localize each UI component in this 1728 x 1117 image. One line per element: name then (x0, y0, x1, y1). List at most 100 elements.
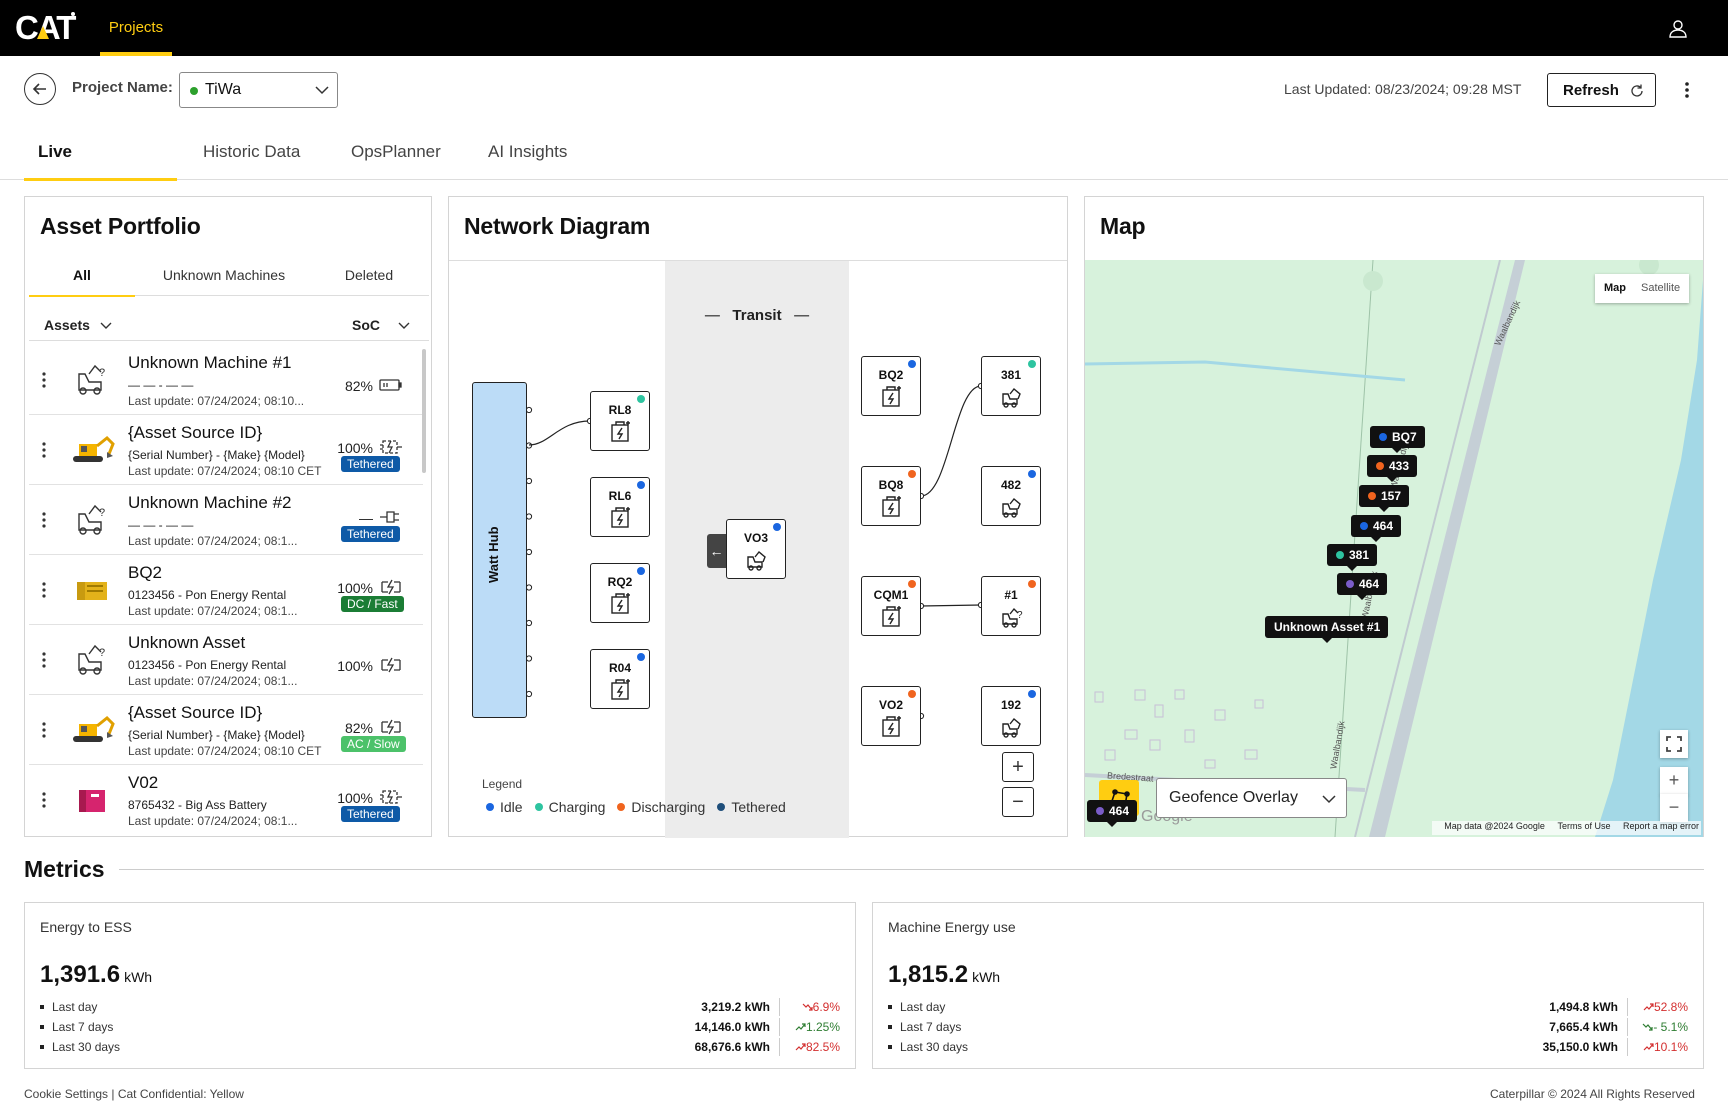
map-marker[interactable]: 157 (1359, 485, 1410, 512)
unknown-machine-icon: ? (67, 360, 117, 398)
map-type-map[interactable]: Map (1604, 282, 1626, 294)
terms-of-use-link[interactable]: Terms of Use (1557, 821, 1610, 831)
map-marker[interactable]: BQ7 (1370, 426, 1425, 453)
asset-name[interactable]: BQ2 (128, 563, 162, 583)
map-zoom-out-button[interactable]: − (1660, 794, 1688, 822)
network-node[interactable]: BQ8 (861, 466, 921, 526)
tab-opsplanner[interactable]: OpsPlanner (337, 126, 455, 180)
hub-port (525, 406, 533, 414)
refresh-button[interactable]: Refresh (1547, 73, 1656, 107)
soc-sort-header[interactable]: SoC (352, 317, 410, 333)
network-node[interactable]: 482 (981, 466, 1041, 526)
report-map-error-link[interactable]: Report a map error (1623, 821, 1699, 831)
asset-row[interactable]: ? Unknown Machine #2 — — - — — Last update:… (29, 485, 423, 555)
filter-tab-all[interactable]: All (29, 259, 135, 297)
map-attribution: Map data @2024 Google Terms of Use Repor… (1432, 821, 1701, 835)
asset-soc: 100% (337, 580, 373, 596)
machine-icon (1000, 386, 1024, 408)
asset-row[interactable]: BQ2 0123456 - Pon Energy Rental Last updat… (29, 555, 423, 625)
assets-sort-header[interactable]: Assets (44, 317, 112, 333)
asset-soc: — (359, 510, 373, 526)
asset-row[interactable]: ? Unknown Machine #1 — — - — — Last update:… (29, 345, 423, 415)
geofence-overlay-select[interactable]: Geofence Overlay (1156, 778, 1347, 818)
network-node[interactable]: R04 (590, 649, 650, 709)
metric-period-row: Last 30 days 35,150.0 kWh 10.1% (888, 1038, 1688, 1056)
asset-row[interactable]: {Asset Source ID} {Serial Number} - {Make… (29, 415, 423, 485)
cat-logo[interactable]: CAT (15, 9, 78, 47)
network-node[interactable]: RL6 (590, 477, 650, 537)
asset-name[interactable]: Unknown Asset (128, 633, 245, 653)
row-more-options-icon[interactable] (42, 512, 46, 528)
charge-status-badge: Tethered (341, 456, 400, 472)
network-node[interactable]: 381 (981, 356, 1041, 416)
network-node[interactable]: VO3 (726, 519, 786, 579)
status-dot (908, 360, 916, 368)
map-canvas[interactable]: Waalbandijk Waalbandijk Waalbandijk Waal… (1085, 260, 1703, 837)
row-more-options-icon[interactable] (42, 792, 46, 808)
footer-left-text[interactable]: Cookie Settings | Cat Confidential: Yell… (24, 1087, 244, 1101)
transit-return-arrow[interactable]: ← (707, 534, 726, 568)
excavator-thumb (67, 430, 117, 468)
back-button[interactable] (24, 73, 56, 105)
filter-tab-unknown-machines[interactable]: Unknown Machines (149, 259, 299, 296)
map-marker[interactable]: 381 (1327, 544, 1378, 571)
more-options-icon[interactable] (1683, 80, 1691, 100)
asset-row[interactable]: {Asset Source ID} {Serial Number} - {Make… (29, 695, 423, 765)
map-zoom-in-button[interactable]: + (1660, 767, 1688, 795)
network-node[interactable]: RQ2 (590, 563, 650, 623)
network-node[interactable]: BQ2 (861, 356, 921, 416)
tab-ai-insights[interactable]: AI Insights (474, 126, 581, 180)
network-node[interactable]: #1? (981, 576, 1041, 636)
map-marker[interactable]: 464 (1087, 800, 1138, 827)
diagram-zoom-out-button[interactable]: − (1002, 787, 1034, 817)
asset-name[interactable]: {Asset Source ID} (128, 703, 262, 723)
asset-name[interactable]: Unknown Machine #1 (128, 353, 291, 373)
user-account-icon[interactable] (1668, 18, 1688, 38)
tab-live-dashboard[interactable]: Live Dashboard (24, 126, 177, 213)
project-select[interactable]: TiWa (179, 72, 338, 108)
network-node[interactable]: CQM1 (861, 576, 921, 636)
row-more-options-icon[interactable] (42, 722, 46, 738)
fullscreen-button[interactable] (1660, 730, 1688, 758)
network-diagram-panel: Network Diagram — Transit — Watt Hub RL8… (448, 196, 1068, 838)
map-marker[interactable]: 464 (1337, 573, 1388, 600)
chevron-down-icon (1322, 795, 1336, 804)
link-line (528, 420, 591, 446)
nav-projects-link[interactable]: Projects (100, 0, 172, 56)
asset-row[interactable]: V02 8765432 - Big Ass Battery Last update:… (29, 765, 423, 829)
row-more-options-icon[interactable] (42, 372, 46, 388)
svg-text:?: ? (99, 507, 105, 519)
watt-hub[interactable]: Watt Hub (472, 382, 527, 718)
node-label: VO2 (878, 698, 903, 712)
asset-name[interactable]: V02 (128, 773, 158, 793)
asset-list-scrollbar[interactable] (422, 349, 426, 473)
asset-name[interactable]: {Asset Source ID} (128, 423, 262, 443)
bullet (40, 1045, 44, 1049)
period-change: 1.25% (784, 1020, 840, 1034)
row-more-options-icon[interactable] (42, 582, 46, 598)
map-marker-unknown-asset[interactable]: Unknown Asset #1 (1265, 616, 1389, 643)
map-type-satellite[interactable]: Satellite (1641, 282, 1680, 294)
divider (779, 998, 780, 1016)
status-dot (1379, 433, 1387, 441)
network-node[interactable]: VO2 (861, 686, 921, 746)
period-label: Last 30 days (52, 1040, 121, 1054)
battery-unit-icon (880, 606, 904, 628)
map-marker[interactable]: 433 (1367, 455, 1418, 482)
network-node[interactable]: 192 (981, 686, 1041, 746)
row-more-options-icon[interactable] (42, 652, 46, 668)
filter-tab-deleted[interactable]: Deleted (329, 259, 409, 296)
marker-label: 433 (1389, 459, 1410, 473)
period-change: 10.1% (1632, 1040, 1688, 1054)
map-marker[interactable]: 464 (1351, 515, 1402, 542)
diagram-zoom-in-button[interactable]: + (1002, 752, 1034, 782)
asset-name[interactable]: Unknown Machine #2 (128, 493, 291, 513)
legend-dot (486, 803, 494, 811)
row-more-options-icon[interactable] (42, 442, 46, 458)
asset-row[interactable]: ? Unknown Asset 0123456 - Pon Energy Renta… (29, 625, 423, 695)
battery-unit-icon (609, 679, 633, 701)
divider (1627, 998, 1628, 1016)
network-node[interactable]: RL8 (590, 391, 650, 451)
asset-last-update: Last update: 07/24/2024; 08:1... (128, 604, 298, 618)
tab-historic-data[interactable]: Historic Data (189, 126, 314, 180)
